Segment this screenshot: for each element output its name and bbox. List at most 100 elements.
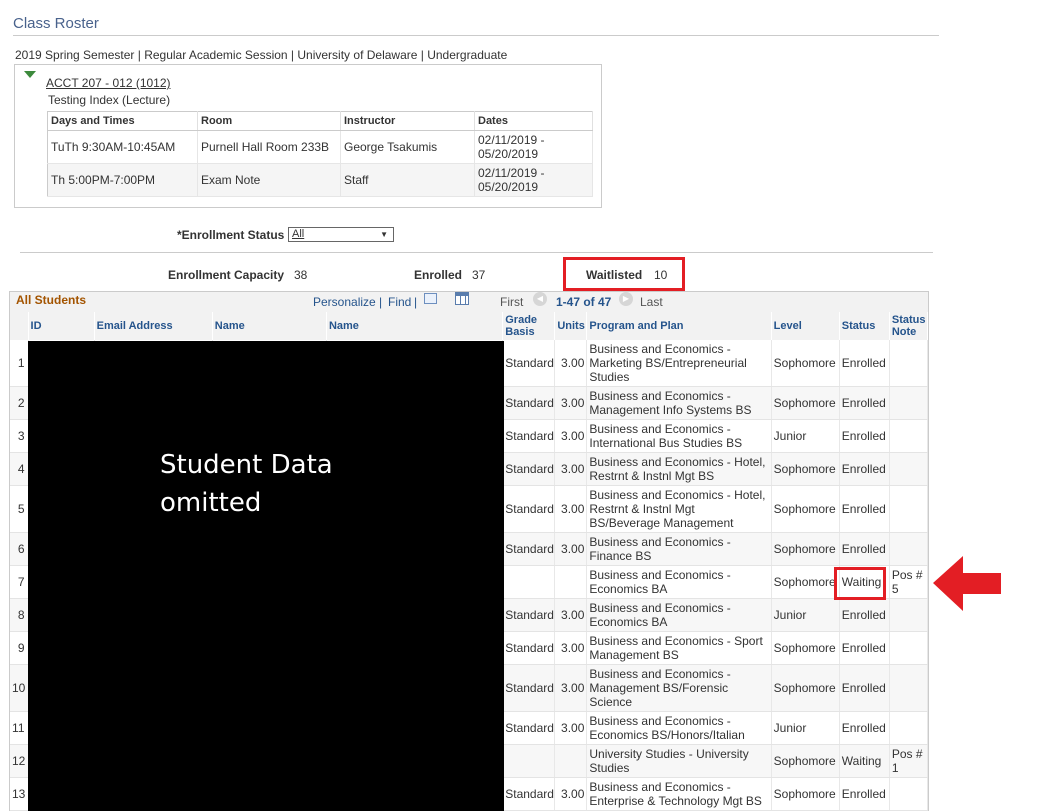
enrollment-status-label: *Enrollment Status — [177, 228, 285, 242]
level: Sophomore — [771, 340, 840, 387]
row-number: 13 — [10, 777, 29, 811]
grade-basis: Standard — [502, 532, 556, 566]
units: 3.00 — [554, 340, 588, 387]
section-divider — [20, 252, 933, 253]
next-page-icon[interactable]: ▶ — [619, 292, 633, 306]
row-number: 3 — [10, 419, 29, 453]
find-link[interactable]: Find — [388, 295, 411, 309]
status: Enrolled — [839, 386, 890, 420]
status: Enrolled — [839, 598, 890, 632]
level: Sophomore — [771, 777, 840, 811]
first-page-label: First — [500, 295, 524, 309]
download-grid-icon[interactable] — [455, 292, 469, 305]
program-plan: Business and Economics - Economics BA — [586, 565, 772, 599]
program-plan: Business and Economics - Sport Managemen… — [586, 631, 772, 665]
meeting-dates: 02/11/2019 - 05/20/2019 — [474, 163, 593, 197]
units: 3.00 — [554, 664, 588, 712]
column-header-status[interactable]: Status — [839, 312, 890, 340]
row-number: 7 — [10, 565, 29, 599]
grade-basis: Standard — [502, 664, 556, 712]
row-number: 6 — [10, 532, 29, 566]
waitlisted-value: 10 — [654, 268, 668, 282]
level: Junior — [771, 419, 840, 453]
level: Sophomore — [771, 631, 840, 665]
capacity-value: 38 — [294, 268, 308, 282]
program-plan: Business and Economics - Economics BS/Ho… — [586, 711, 772, 745]
status: Waiting — [839, 744, 890, 778]
meeting-header: Dates — [474, 111, 593, 131]
personalize-link[interactable]: Personalize — [313, 295, 376, 309]
toolbar-separator: | — [414, 295, 418, 309]
meeting-dates: 02/11/2019 - 05/20/2019 — [474, 130, 593, 164]
row-range: 1-47 of 47 — [556, 295, 612, 309]
last-page-label: Last — [640, 295, 663, 309]
row-number: 5 — [10, 485, 29, 533]
enrollment-status-select[interactable]: All ▼ — [288, 227, 394, 242]
level: Sophomore — [771, 565, 840, 599]
grid-title: All Students — [16, 293, 87, 307]
meeting-days-times: TuTh 9:30AM-10:45AM — [47, 130, 198, 164]
units: 3.00 — [554, 452, 588, 486]
waiting-highlight-box — [834, 567, 886, 600]
column-header-program[interactable]: Program and Plan — [586, 312, 772, 340]
grade-basis: Standard — [502, 340, 556, 387]
grade-basis — [502, 565, 556, 599]
class-section-link[interactable]: ACCT 207 - 012 (1012) — [46, 76, 171, 90]
row-number: 10 — [10, 664, 29, 712]
row-number: 4 — [10, 452, 29, 486]
row-number: 11 — [10, 711, 29, 745]
column-header-grade-basis[interactable]: Grade Basis — [502, 312, 556, 340]
redaction-line: omitted — [160, 488, 262, 518]
column-header-name[interactable]: Name — [212, 312, 327, 340]
status: Enrolled — [839, 340, 890, 387]
row-number: 12 — [10, 744, 29, 778]
grade-basis: Standard — [502, 711, 556, 745]
collapse-triangle-icon[interactable] — [24, 71, 36, 78]
column-header — [10, 312, 29, 340]
units: 3.00 — [554, 419, 588, 453]
program-plan: Business and Economics - Marketing BS/En… — [586, 340, 772, 387]
program-plan: Business and Economics - Management BS/F… — [586, 664, 772, 712]
status: Enrolled — [839, 532, 890, 566]
meeting-header: Instructor — [340, 111, 475, 131]
units: 3.00 — [554, 386, 588, 420]
column-header-status-note[interactable]: Status Note — [889, 312, 929, 340]
program-plan: Business and Economics - Hotel, Restrnt … — [586, 485, 772, 533]
column-header-id[interactable]: ID — [28, 312, 95, 340]
program-plan: Business and Economics - Enterprise & Te… — [586, 777, 772, 811]
row-number: 8 — [10, 598, 29, 632]
grade-basis: Standard — [502, 419, 556, 453]
level: Junior — [771, 711, 840, 745]
enrolled-label: Enrolled — [414, 268, 463, 282]
status: Enrolled — [839, 419, 890, 453]
units: 3.00 — [554, 532, 588, 566]
column-header-level[interactable]: Level — [771, 312, 840, 340]
previous-page-icon[interactable]: ◀ — [533, 292, 547, 306]
units — [554, 565, 588, 599]
grade-basis: Standard — [502, 631, 556, 665]
program-plan: University Studies - University Studies — [586, 744, 772, 778]
level: Sophomore — [771, 485, 840, 533]
column-header-name[interactable]: Name — [326, 312, 504, 340]
program-plan: Business and Economics - Management Info… — [586, 386, 772, 420]
status-note — [889, 386, 929, 420]
waitlisted-label: Waitlisted — [586, 268, 643, 282]
units: 3.00 — [554, 631, 588, 665]
status-note: Pos # 5 — [889, 565, 929, 599]
units: 3.00 — [554, 485, 588, 533]
program-plan: Business and Economics - Finance BS — [586, 532, 772, 566]
column-header-email[interactable]: Email Address — [94, 312, 213, 340]
meeting-header: Room — [197, 111, 341, 131]
status-note — [889, 777, 929, 811]
level: Sophomore — [771, 386, 840, 420]
status-note — [889, 340, 929, 387]
status: Enrolled — [839, 664, 890, 712]
units — [554, 744, 588, 778]
column-header-units[interactable]: Units — [554, 312, 588, 340]
grade-basis: Standard — [502, 598, 556, 632]
view-all-icon[interactable] — [424, 293, 437, 304]
meeting-header: Days and Times — [47, 111, 198, 131]
program-plan: Business and Economics - Economics BA — [586, 598, 772, 632]
level: Sophomore — [771, 532, 840, 566]
status: Enrolled — [839, 711, 890, 745]
